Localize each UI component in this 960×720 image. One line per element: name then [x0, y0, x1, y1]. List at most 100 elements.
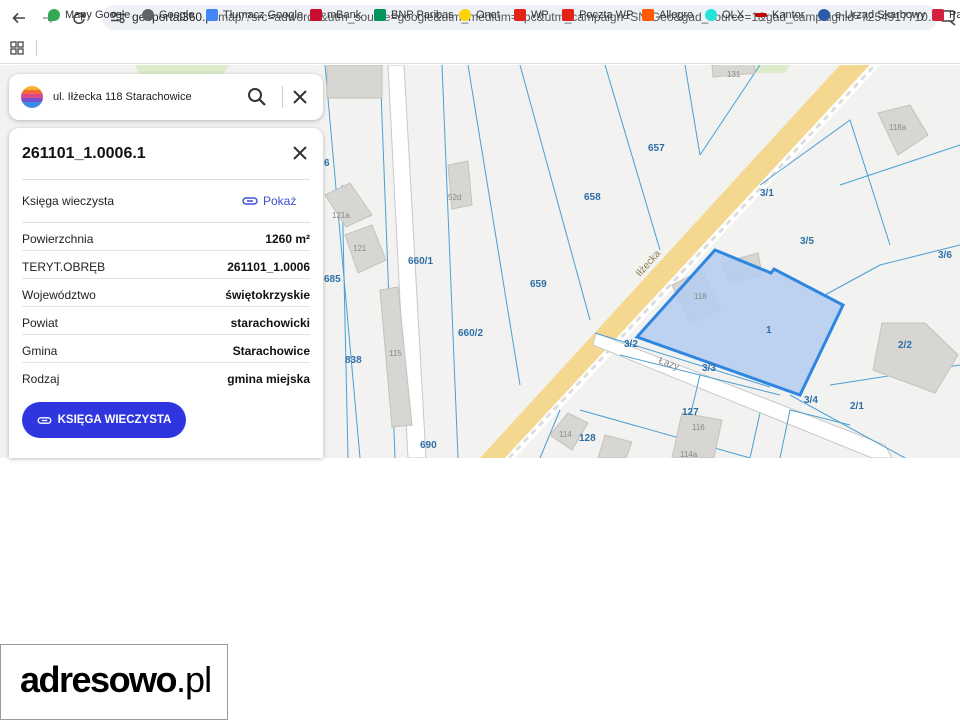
divider — [22, 179, 310, 180]
bookmark-label: Tłumacz Google — [223, 9, 304, 21]
map-label: 6 — [324, 158, 330, 169]
map-label: 657 — [648, 143, 665, 154]
search-input[interactable]: ul. Iłżecka 118 Starachowice — [53, 91, 192, 103]
apps-grid-icon[interactable] — [10, 41, 24, 55]
bookmark-label: Pa — [949, 9, 960, 21]
bookmark-poczta-wp[interactable]: Poczta WP — [562, 7, 633, 23]
row-key: Powierzchnia — [22, 232, 94, 246]
bookmark-label: Poczta WP — [579, 9, 634, 21]
map-label: 660/1 — [408, 256, 433, 267]
building-label: 52d — [448, 193, 461, 202]
olx-icon — [705, 9, 717, 21]
back-arrow-icon[interactable] — [8, 7, 30, 29]
link-chain-icon — [242, 197, 258, 205]
bookmark-mapy-google[interactable]: Mapy Google — [48, 7, 130, 23]
onet-icon — [459, 9, 471, 21]
map-label: 1 — [766, 325, 772, 336]
parcel-info-panel: 261101_1.0006.1 Księga wieczysta Pokaż P… — [9, 128, 323, 458]
close-icon[interactable] — [291, 144, 309, 162]
map-label: 685 — [324, 274, 341, 285]
bookmark-label: Onet — [476, 9, 500, 21]
button-label: KSIĘGA WIECZYSTA — [57, 414, 172, 426]
bookmark-label: e-Urząd Skarbowy — [835, 9, 926, 21]
bookmark-mbank[interactable]: mBank — [310, 7, 361, 23]
map-label: 838 — [345, 355, 362, 366]
map-label: 2/2 — [898, 340, 912, 351]
bookmark-wp[interactable]: WP — [514, 7, 549, 23]
info-row-area: Powierzchnia 1260 m² — [22, 223, 310, 251]
brand-main: adresowo — [20, 659, 178, 700]
bookmarks-divider — [36, 40, 37, 56]
building-label: 118 — [694, 292, 707, 301]
building-label: 116 — [692, 423, 705, 432]
bookmarks-bar — [0, 34, 960, 64]
map-label: 690 — [420, 440, 437, 451]
bookmark-label: Allegro — [659, 9, 694, 21]
building-label: 121a — [332, 211, 350, 220]
show-link-label: Pokaż — [263, 194, 297, 208]
row-value: 1260 m² — [265, 232, 310, 246]
row-key: Gmina — [22, 344, 58, 358]
map-label: 127 — [682, 407, 699, 418]
info-row-county: Powiat starachowicki — [22, 307, 310, 335]
close-icon[interactable] — [290, 87, 310, 107]
bookmark-google[interactable]: Google — [142, 7, 194, 23]
bookmark-kantor[interactable]: Kantor — [755, 7, 804, 23]
map-label: 659 — [530, 279, 547, 290]
building-label: 115 — [389, 349, 402, 358]
row-key: Powiat — [22, 316, 59, 330]
bookmark-label: WP — [531, 9, 549, 21]
map-label: 3/3 — [702, 363, 716, 374]
row-value: Starachowice — [232, 344, 310, 358]
info-row-type: Rodzaj gmina miejska — [22, 363, 310, 391]
page: geoportal360.pl/map/?src=adwords&utm_sou… — [0, 0, 960, 720]
wp-icon — [514, 9, 526, 21]
land-register-button[interactable]: KSIĘGA WIECZYSTA — [22, 402, 186, 438]
bookmark-bnp[interactable]: BNP Paribas — [374, 7, 454, 23]
bookmark-onet[interactable]: Onet — [459, 7, 500, 23]
map-label: 3/1 — [760, 188, 774, 199]
map-label: 3/5 — [800, 236, 814, 247]
parcel-id-title: 261101_1.0006.1 — [22, 145, 146, 162]
row-key: TERYT.OBRĘB — [22, 260, 106, 274]
row-value: świętokrzyskie — [225, 288, 310, 302]
map-label: 128 — [579, 433, 596, 444]
info-row-teryt: TERYT.OBRĘB 261101_1.0006 — [22, 251, 310, 279]
search-icon[interactable] — [247, 87, 267, 107]
map-pin-icon — [48, 9, 60, 21]
info-row-voivodeship: Województwo świętokrzyskie — [22, 279, 310, 307]
row-key: Rodzaj — [22, 372, 60, 386]
brand-suffix: .pl — [176, 659, 212, 700]
eagle-icon — [932, 9, 944, 21]
building-label: 114a — [680, 450, 698, 458]
bookmark-label: Google — [159, 9, 195, 21]
map-label: 3/2 — [624, 339, 638, 350]
land-register-show-link[interactable]: Pokaż — [242, 194, 296, 208]
map-label: 660/2 — [458, 328, 483, 339]
bookmark-label: mBank — [327, 9, 362, 21]
e-urzad-icon — [818, 9, 830, 21]
row-key: Województwo — [22, 288, 96, 302]
bookmark-tlumacz[interactable]: Tłumacz Google — [206, 7, 303, 23]
bookmark-e-urzad[interactable]: e-Urząd Skarbowy — [818, 7, 925, 23]
row-value: gmina miejska — [227, 372, 310, 386]
bookmark-allegro[interactable]: Allegro — [642, 7, 693, 23]
brand-text: adresowo.pl — [20, 659, 212, 701]
info-row-commune: Gmina Starachowice — [22, 335, 310, 363]
building-label: 131 — [727, 70, 741, 79]
bnp-icon — [374, 9, 386, 21]
map-label: 3/6 — [938, 250, 952, 261]
building-label: 118a — [889, 123, 907, 132]
adresowo-logo: adresowo.pl — [0, 644, 228, 720]
bookmark-label: OLX — [722, 9, 745, 21]
building-label: 121 — [353, 244, 367, 253]
allegro-icon — [642, 9, 654, 21]
row-value: starachowicki — [230, 316, 310, 330]
translate-icon — [206, 9, 218, 21]
search-divider — [282, 86, 283, 108]
search-panel: ul. Iłżecka 118 Starachowice — [9, 74, 323, 120]
bookmark-olx[interactable]: OLX — [705, 7, 744, 23]
mbank-icon — [310, 9, 322, 21]
wp-mail-icon — [562, 9, 574, 21]
bookmark-pa[interactable]: Pa — [932, 7, 960, 23]
